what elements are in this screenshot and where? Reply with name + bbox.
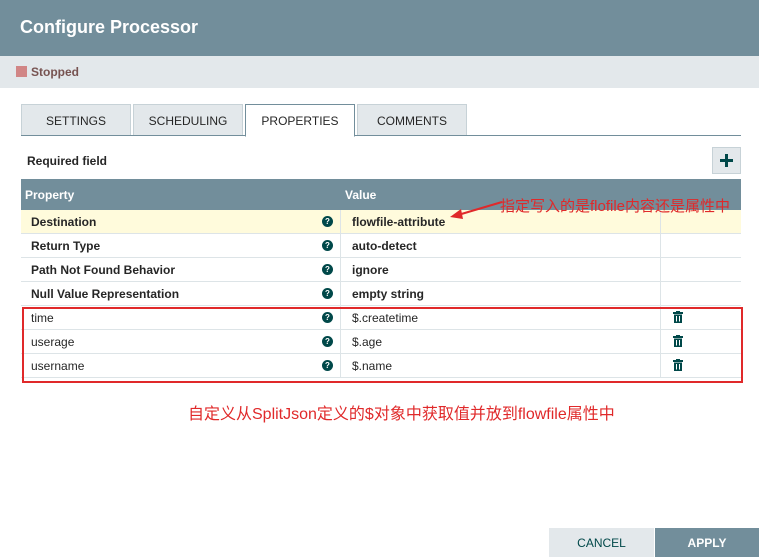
property-name: Path Not Found Behavior <box>31 263 175 277</box>
table-row[interactable]: Null Value Representation ? empty string <box>21 282 741 306</box>
annotation-custom-properties-note: 自定义从SplitJson定义的$对象中获取值并放到flowfile属性中 <box>188 406 615 423</box>
actions-cell <box>661 258 741 281</box>
value-cell[interactable]: empty string <box>341 282 661 305</box>
property-name: Destination <box>31 215 97 229</box>
stopped-icon <box>16 66 27 77</box>
cancel-button[interactable]: CANCEL <box>549 528 654 557</box>
property-value: ignore <box>352 263 389 277</box>
help-icon[interactable]: ? <box>322 288 333 299</box>
value-cell[interactable]: ignore <box>341 258 661 281</box>
tab-scheduling[interactable]: SCHEDULING <box>133 104 243 136</box>
tab-comments[interactable]: COMMENTS <box>357 104 467 136</box>
property-value: auto-detect <box>352 239 417 253</box>
value-cell[interactable]: auto-detect <box>341 234 661 257</box>
property-value: flowfile-attribute <box>352 215 446 229</box>
dialog-header: Configure Processor <box>0 0 759 56</box>
apply-button[interactable]: APPLY <box>655 528 759 557</box>
table-row[interactable]: Return Type ? auto-detect <box>21 234 741 258</box>
property-name: Null Value Representation <box>31 287 180 301</box>
dialog-title: Configure Processor <box>20 17 199 37</box>
tab-divider <box>21 135 741 136</box>
required-field-label: Required field <box>27 154 108 168</box>
status-bar <box>0 56 759 88</box>
status-text: Stopped <box>31 65 79 79</box>
actions-cell <box>661 282 741 305</box>
column-header-property: Property <box>25 188 75 202</box>
property-value: empty string <box>352 287 425 301</box>
property-name: Return Type <box>31 239 101 253</box>
help-icon[interactable]: ? <box>322 240 333 251</box>
annotation-highlight-box <box>22 307 743 383</box>
column-header-value: Value <box>345 188 377 202</box>
property-cell: Null Value Representation ? <box>21 282 341 305</box>
tab-settings[interactable]: SETTINGS <box>21 104 131 136</box>
plus-icon <box>720 154 733 167</box>
annotation-arrow-icon <box>450 201 503 219</box>
property-cell: Return Type ? <box>21 234 341 257</box>
tab-properties[interactable]: PROPERTIES <box>245 104 355 137</box>
annotation-destination-note: 指定写入的是flofile内容还是属性中 <box>500 198 731 215</box>
add-property-button[interactable] <box>712 147 741 174</box>
actions-cell <box>661 234 741 257</box>
table-row[interactable]: Path Not Found Behavior ? ignore <box>21 258 741 282</box>
help-icon[interactable]: ? <box>322 264 333 275</box>
property-cell: Destination ? <box>21 210 341 233</box>
help-icon[interactable]: ? <box>322 216 333 227</box>
property-cell: Path Not Found Behavior ? <box>21 258 341 281</box>
